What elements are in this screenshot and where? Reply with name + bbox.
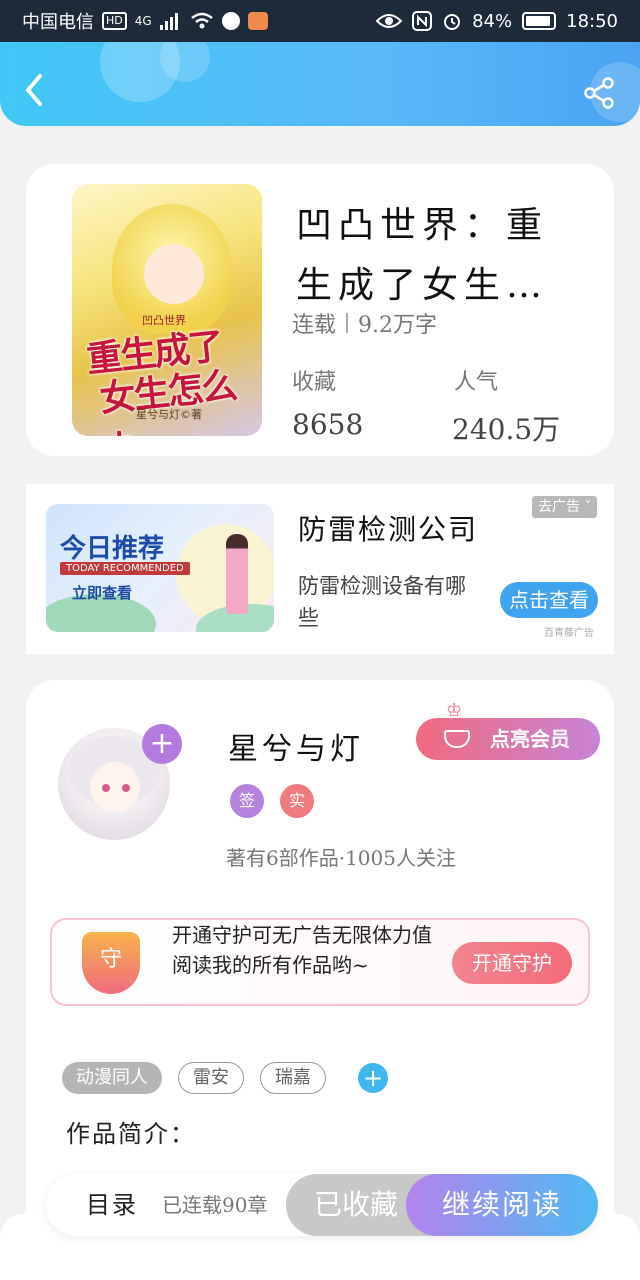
tag-item[interactable]: 雷安 xyxy=(178,1062,244,1094)
guard-promo: 守 开通守护可无广告无限体力值阅读我的所有作品哟~ 开通守护 xyxy=(50,918,590,1006)
message-icon xyxy=(247,12,268,30)
collect-count: 8658 xyxy=(292,408,364,441)
popularity-count: 240.5万 xyxy=(452,413,561,446)
author-name: 星兮与灯 xyxy=(228,732,364,767)
signal-icon xyxy=(159,13,178,30)
chapter-count: 已连载90章 xyxy=(162,1193,268,1217)
ad-image[interactable]: 今日推荐 TODAY RECOMMENDED 立即查看 xyxy=(46,504,274,632)
header-bar xyxy=(0,42,640,126)
tag-list: 动漫同人 雷安 瑞嘉 + xyxy=(62,1062,388,1094)
network-text: 4G xyxy=(134,14,152,28)
battery-percent: 84% xyxy=(472,10,513,32)
back-arrow-icon[interactable] xyxy=(20,72,50,108)
ad-cta-button[interactable]: 点击查看 xyxy=(500,582,598,618)
bottom-action-bar: 目录 已连载90章 已收藏 继续阅读 xyxy=(46,1174,598,1236)
author-stats: 著有6部作品·1005人关注 xyxy=(226,846,456,870)
nfc-icon xyxy=(412,11,433,31)
open-guard-button[interactable]: 开通守护 xyxy=(452,942,572,984)
carrier-text: 中国电信 xyxy=(22,12,94,33)
vip-button[interactable]: 点亮会员 xyxy=(416,718,600,760)
intro-label: 作品简介： xyxy=(66,1120,196,1148)
hd-icon: HD xyxy=(102,12,127,30)
ad-source: 百青藤广告 xyxy=(544,628,594,639)
ad-image-button: 立即查看 xyxy=(72,584,133,602)
girl-illustration-icon xyxy=(226,534,248,614)
catalog-button[interactable]: 目录 xyxy=(86,1174,138,1236)
status-bar: 中国电信 HD 4G 84% 18:50 xyxy=(0,0,640,42)
add-tag-icon[interactable]: + xyxy=(358,1063,388,1093)
wifi-icon xyxy=(190,12,213,29)
meta-divider xyxy=(346,313,349,333)
clock-text: 18:50 xyxy=(566,10,618,32)
signed-badge: 签 xyxy=(230,784,264,818)
ad-banner[interactable]: 今日推荐 TODAY RECOMMENDED 立即查看 去广告 ˅ 防雷检测公司… xyxy=(26,484,614,654)
ad-description: 防雷检测设备有哪些 xyxy=(298,574,466,630)
alarm-icon xyxy=(444,14,461,30)
follow-plus-icon[interactable]: + xyxy=(142,724,182,764)
book-cover[interactable]: 凹凸世界 重生成了 女生怎么办 星兮与灯©著 xyxy=(72,184,262,436)
tag-item[interactable]: 瑞嘉 xyxy=(260,1062,326,1094)
diamond-icon xyxy=(444,730,470,748)
book-info-card: 凹凸世界 重生成了 女生怎么办 星兮与灯©著 凹凸世界：重生成了女生… 连载 9… xyxy=(26,164,614,456)
book-meta: 连载 9.2万字 xyxy=(292,307,437,339)
tag-item[interactable]: 动漫同人 xyxy=(62,1062,162,1094)
battery-icon xyxy=(522,12,557,30)
shield-icon: 守 xyxy=(82,932,140,994)
ad-image-title: 今日推荐 xyxy=(60,534,165,564)
word-count: 9.2万字 xyxy=(358,313,438,338)
ad-headline: 防雷检测公司 xyxy=(298,513,479,546)
audio-icon xyxy=(221,12,240,30)
verified-badge: 实 xyxy=(280,784,314,818)
vip-label: 点亮会员 xyxy=(490,727,570,751)
cover-author: 星兮与灯©著 xyxy=(136,408,202,421)
continue-reading-button[interactable]: 继续阅读 xyxy=(406,1174,598,1236)
ad-image-subtitle: TODAY RECOMMENDED xyxy=(60,562,190,575)
collect-label: 收藏 xyxy=(292,370,337,395)
eye-icon xyxy=(376,14,403,28)
book-title: 凹凸世界：重生成了女生… xyxy=(296,205,549,306)
serial-status: 连载 xyxy=(292,313,337,338)
share-icon[interactable] xyxy=(582,76,616,110)
remove-ad-button[interactable]: 去广告 ˅ xyxy=(532,496,598,518)
guard-text: 开通守护可无广告无限体力值阅读我的所有作品哟~ xyxy=(172,923,432,977)
popularity-label: 人气 xyxy=(454,370,499,395)
remove-ad-label: 去广告 xyxy=(538,499,580,515)
